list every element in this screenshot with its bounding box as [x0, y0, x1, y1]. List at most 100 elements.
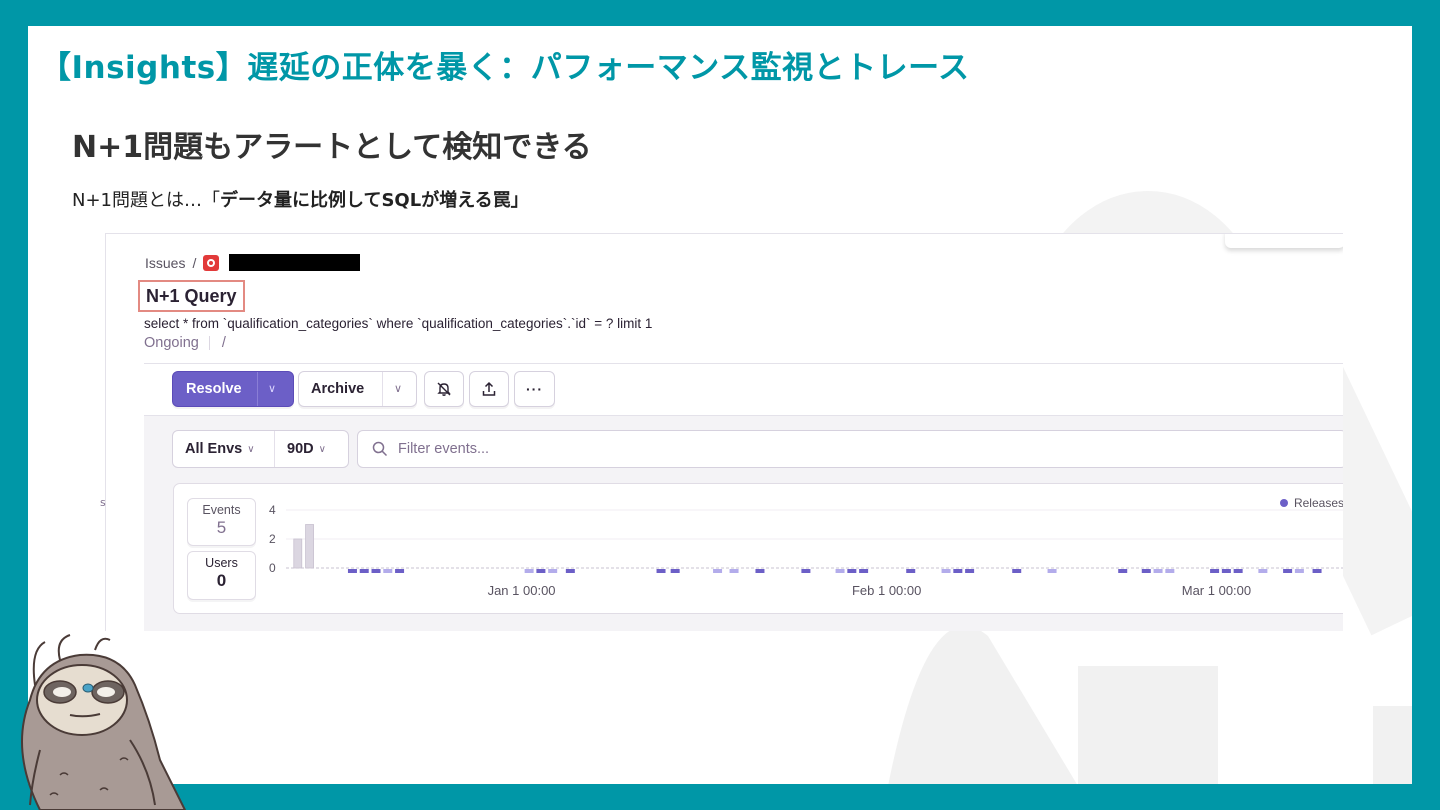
breadcrumb-separator: / — [192, 254, 197, 271]
x-tick-label: Mar 1 00:00 — [1182, 583, 1251, 598]
users-stat-label: Users — [205, 556, 238, 570]
release-marker — [536, 569, 546, 573]
chevron-down-icon[interactable]: ∨ — [394, 382, 402, 395]
y-tick-label: 4 — [269, 503, 276, 517]
archive-split — [382, 372, 383, 406]
redacted-project-name — [229, 254, 361, 271]
events-stat-value: 5 — [216, 518, 227, 537]
release-marker — [371, 569, 381, 573]
y-tick-label: 2 — [269, 532, 276, 546]
chart-legend[interactable]: Releases — [1279, 496, 1343, 510]
event-bar — [305, 524, 314, 569]
release-marker — [670, 569, 680, 573]
more-actions-button[interactable]: ··· — [514, 371, 555, 407]
project-badge-icon — [203, 254, 220, 271]
bell-off-icon — [437, 382, 451, 396]
legend-dot-icon — [1279, 499, 1288, 507]
release-marker — [656, 569, 666, 573]
release-marker — [383, 569, 393, 573]
search-input[interactable] — [398, 441, 798, 457]
upload-icon — [482, 381, 496, 396]
release-marker — [565, 569, 575, 573]
slide-subtitle: N+1問題もアラートとして検知できる — [72, 130, 592, 165]
mute-button[interactable] — [424, 371, 464, 407]
events-chart-card: 4 2 0 Jan 1 00:00 Feb 1 00:00 Mar 1 00:00 Eve… — [173, 483, 1343, 614]
release-marker — [1258, 569, 1268, 573]
users-stat[interactable]: Users 0 — [187, 551, 256, 600]
release-marker — [1141, 569, 1151, 573]
release-marker — [1153, 569, 1163, 573]
environment-dropdown[interactable]: All Envs ∨ — [173, 431, 275, 467]
breadcrumb-issues-link[interactable]: Issues — [145, 255, 185, 271]
chevron-down-icon[interactable]: ∨ — [268, 382, 276, 395]
resolve-label: Resolve — [186, 381, 242, 397]
release-marker — [524, 569, 534, 573]
release-marker — [347, 569, 357, 573]
release-marker — [1312, 569, 1322, 573]
issue-title-highlight: N+1 Query — [138, 280, 245, 312]
status-label: Ongoing — [144, 335, 199, 351]
release-marker — [1283, 569, 1293, 573]
y-tick-label: 0 — [269, 561, 276, 575]
release-marker — [801, 569, 811, 573]
breadcrumb: Issues / — [145, 254, 361, 271]
slide-note-strong: データ量に比例してSQLが増える罠」 — [220, 190, 529, 211]
release-marker — [755, 569, 765, 573]
slide-note-prefix: N+1問題とは…「 — [72, 190, 220, 211]
release-marker — [941, 569, 951, 573]
chevron-down-icon: ∨ — [318, 443, 326, 455]
release-marker — [548, 569, 558, 573]
cropped-sidebar-text: s — [100, 496, 106, 509]
status-separator: / — [221, 335, 226, 351]
release-marker — [953, 569, 963, 573]
chevron-down-icon: ∨ — [247, 443, 255, 455]
period-label: 90D — [287, 441, 314, 457]
release-marker — [359, 569, 369, 573]
release-marker — [906, 569, 916, 573]
share-button[interactable] — [469, 371, 509, 407]
archive-button[interactable]: Archive ∨ — [298, 371, 417, 407]
resolve-split — [257, 372, 258, 406]
release-marker — [713, 569, 723, 573]
release-marker — [1210, 569, 1220, 573]
release-marker — [1165, 569, 1175, 573]
events-chart: 4 2 0 Jan 1 00:00 Feb 1 00:00 Mar 1 00:00 — [269, 503, 1343, 598]
slide-title: 【Insights】遅延の正体を暴く：パフォーマンス監視とトレース — [40, 50, 970, 86]
slide-note: N+1問題とは…「データ量に比例してSQLが増える罠」 — [72, 186, 529, 212]
release-marker — [1012, 569, 1022, 573]
x-tick-label: Jan 1 00:00 — [488, 583, 556, 598]
archive-label: Archive — [311, 381, 365, 397]
release-marker — [965, 569, 975, 573]
slide: 【Insights】遅延の正体を暴く：パフォーマンス監視とトレース N+1問題も… — [28, 26, 1412, 784]
period-dropdown[interactable]: 90D ∨ — [275, 431, 326, 467]
release-marker — [835, 569, 845, 573]
sloth-mascot-icon — [21, 634, 187, 810]
release-marker — [1294, 569, 1304, 573]
environment-period-selector: All Envs ∨ 90D ∨ — [172, 430, 349, 468]
release-marker — [1047, 569, 1057, 573]
environment-label: All Envs — [185, 441, 243, 457]
issue-status: Ongoing / — [144, 335, 226, 351]
x-tick-label: Feb 1 00:00 — [852, 583, 921, 598]
popover-edge — [1225, 234, 1343, 248]
legend-releases-label: Releases — [1293, 496, 1343, 510]
release-marker — [859, 569, 869, 573]
issue-screenshot: Issues / N+1 Query select * from `qualif… — [105, 233, 1343, 631]
issue-query: select * from `qualification_categories`… — [144, 316, 653, 331]
release-marker — [729, 569, 739, 573]
resolve-button[interactable]: Resolve ∨ — [172, 371, 294, 407]
events-stat[interactable]: Events 5 — [187, 498, 256, 546]
issue-title: N+1 Query — [146, 286, 237, 306]
release-marker — [1233, 569, 1243, 573]
search-icon — [372, 441, 388, 457]
release-marker — [1221, 569, 1231, 573]
event-search — [357, 430, 1343, 468]
toolbar-divider — [144, 363, 1343, 364]
release-marker — [395, 569, 405, 573]
release-marker — [1118, 569, 1128, 573]
event-bar — [293, 538, 303, 569]
users-stat-value: 0 — [216, 571, 227, 590]
events-stat-label: Events — [202, 503, 241, 517]
release-marker — [847, 569, 857, 573]
status-divider — [208, 336, 210, 350]
